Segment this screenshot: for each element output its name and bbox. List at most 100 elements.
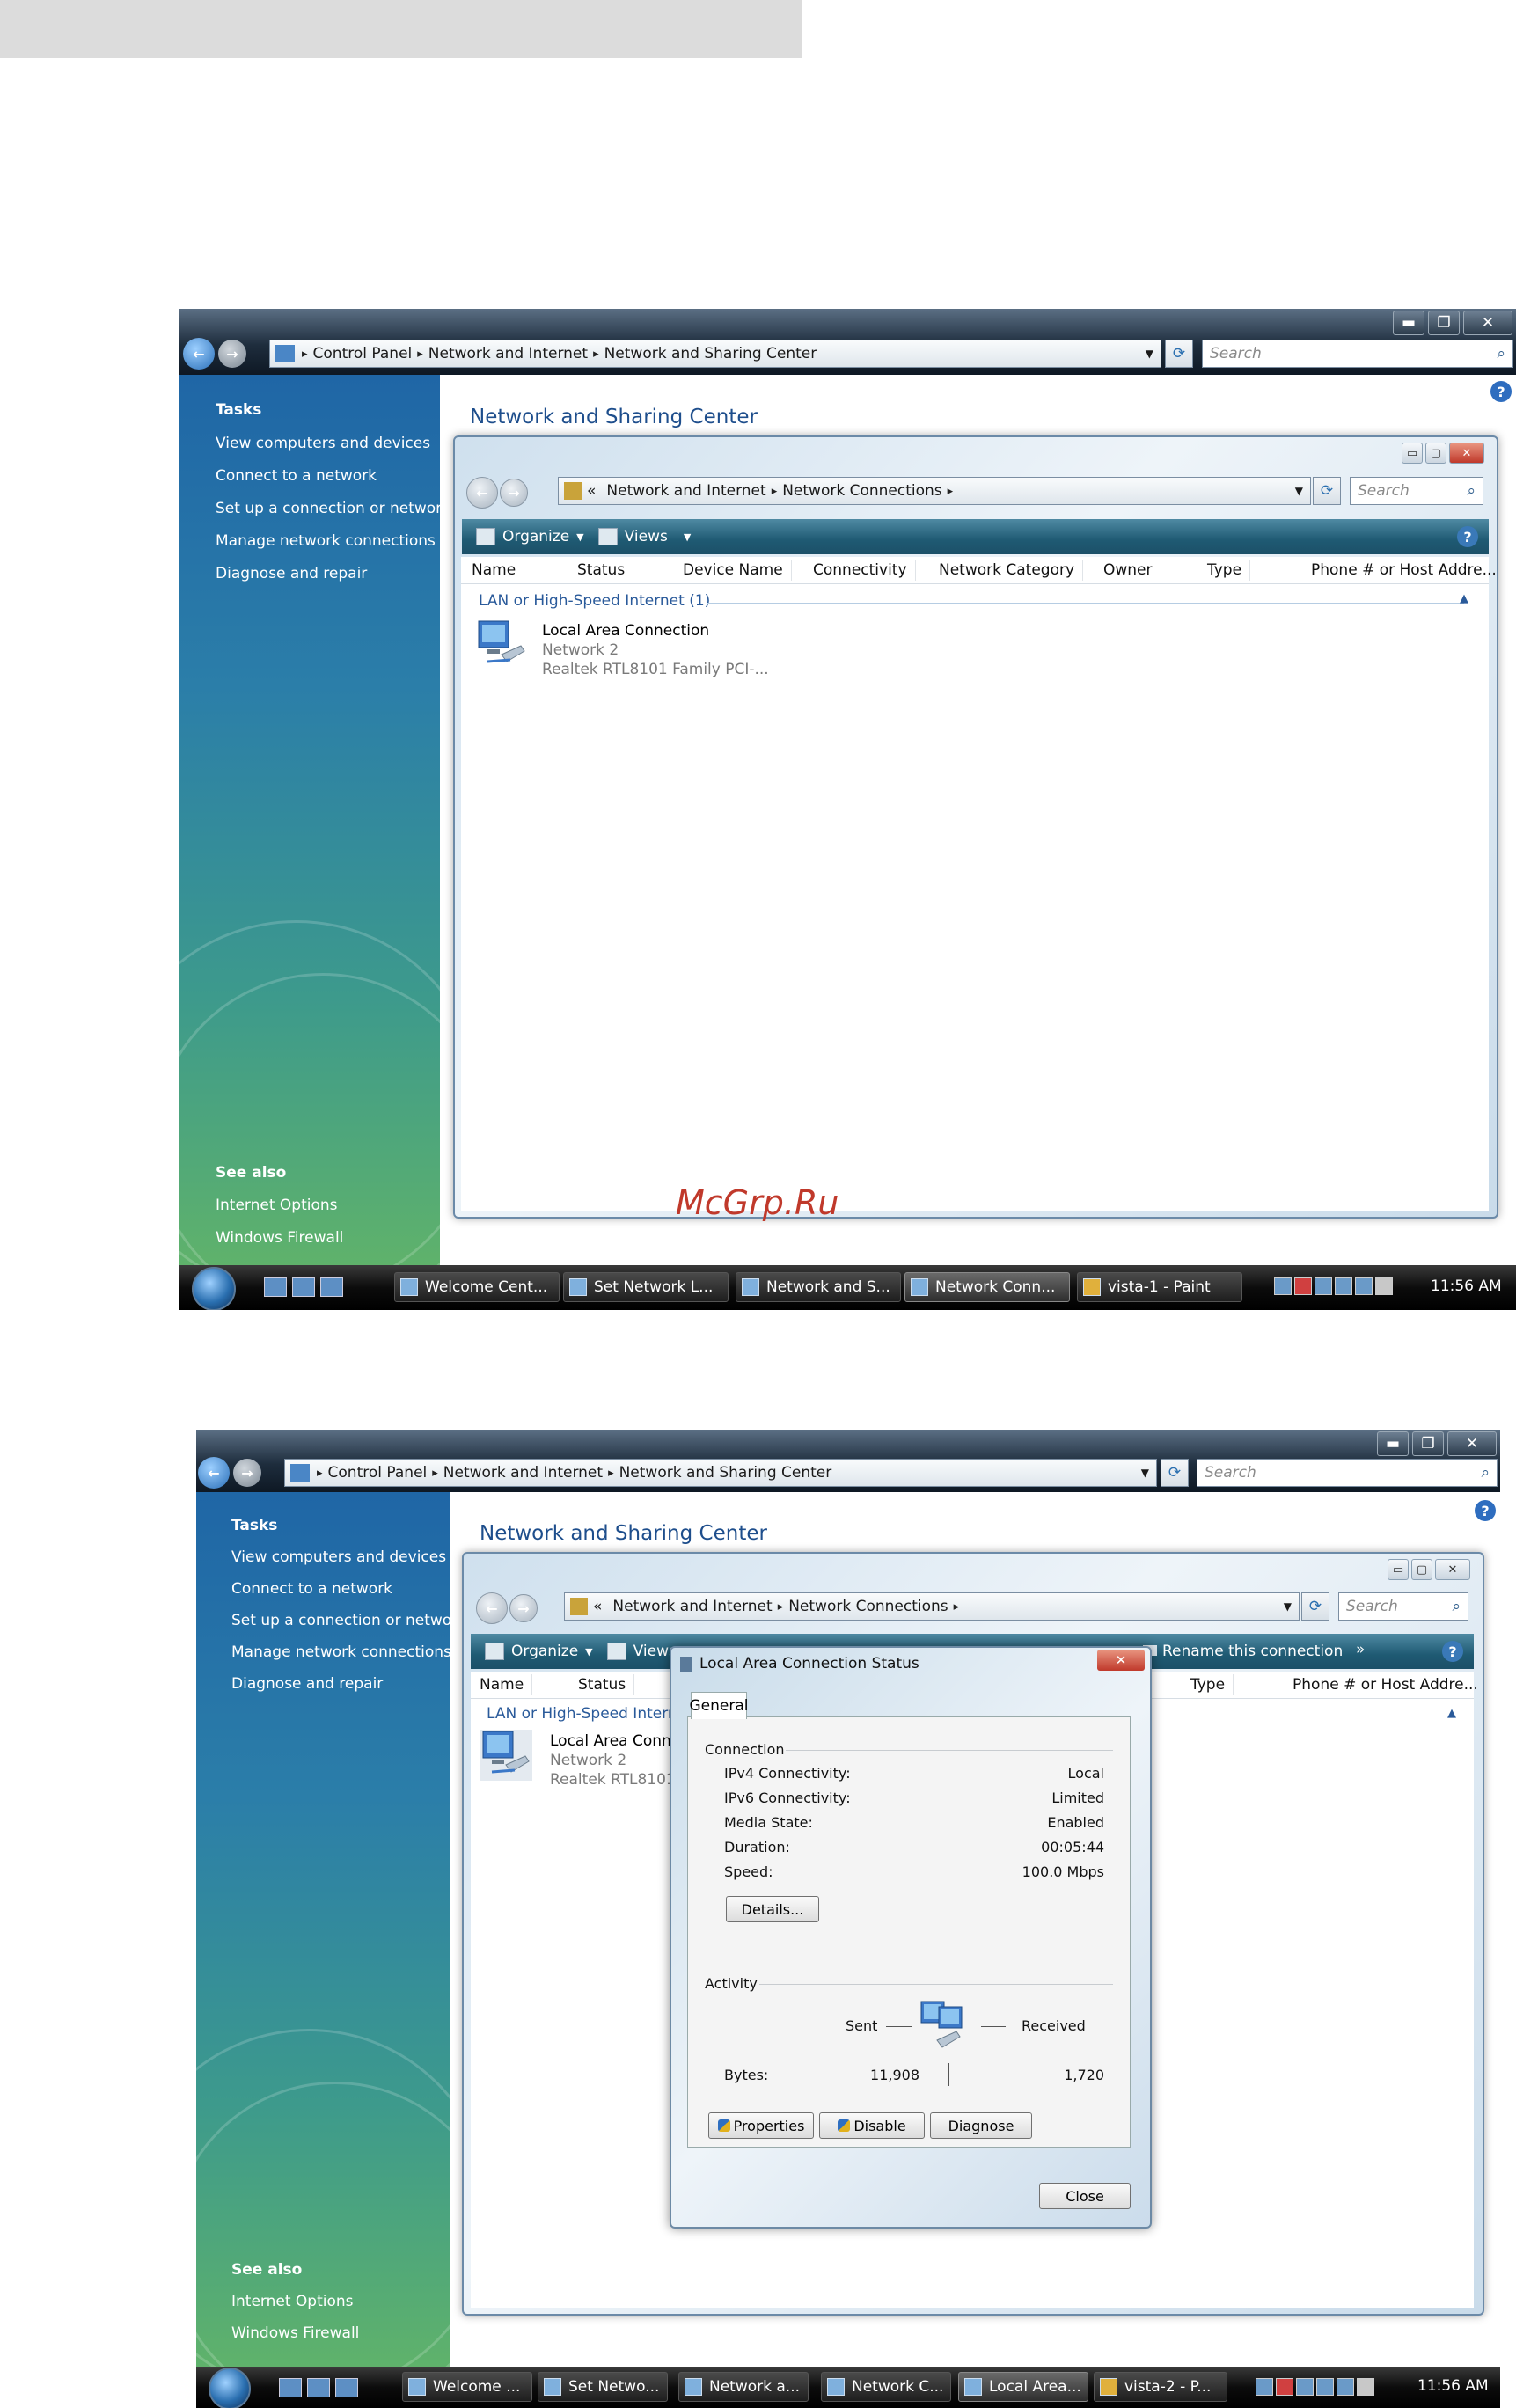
dialog-close-button[interactable]: Close [1039,2183,1131,2209]
show-desktop-icon[interactable] [307,2378,330,2397]
sidebar-item-view-computers[interactable]: View computers and devices [231,1548,446,1566]
help-icon[interactable]: ? [1475,1500,1496,1521]
forward-arrow-icon[interactable]: → [218,340,246,368]
inner-forward-arrow-icon[interactable]: → [500,479,528,507]
organize-menu[interactable]: Organize ▼ [476,528,584,545]
breadcrumb-network-and-sharing-center[interactable]: Network and Sharing Center [619,1464,832,1482]
sidebar-item-manage-connections[interactable]: Manage network connections [231,1643,451,1661]
column-status[interactable]: Status [577,560,634,581]
rename-connection-button[interactable]: Rename this connection [1143,1643,1343,1660]
search-icon[interactable]: ⌕ [1452,1598,1461,1615]
collapse-chevron-icon[interactable]: ▲ [1447,1707,1456,1720]
help-icon[interactable]: ? [1457,526,1478,547]
breadcrumb-network-and-internet[interactable]: Network and Internet [606,482,765,500]
chevron-down-icon[interactable]: ▼ [1146,348,1153,360]
help-icon[interactable]: ? [1442,1641,1463,1662]
chevron-down-icon[interactable]: ▼ [1284,1600,1292,1613]
inner-search-input[interactable]: Search ⌕ [1350,477,1483,505]
sidebar-item-internet-options[interactable]: Internet Options [231,2293,354,2310]
help-icon[interactable]: ? [1490,381,1512,402]
close-button[interactable]: ✕ [1463,311,1512,335]
sidebar-item-internet-options[interactable]: Internet Options [216,1197,338,1214]
sidebar-item-view-computers[interactable]: View computers and devices [216,435,430,452]
search-icon[interactable]: ⌕ [1497,345,1505,362]
show-desktop-icon[interactable] [292,1277,315,1297]
taskbar-button-set-network[interactable]: Set Netwo... [538,2372,668,2402]
inner-maximize-button[interactable]: ▢ [1425,443,1446,464]
breadcrumb-network-and-sharing-center[interactable]: Network and Sharing Center [604,345,817,362]
taskbar-button-welcome[interactable]: Welcome Cent... [394,1272,560,1302]
breadcrumb-network-connections[interactable]: Network Connections [782,482,941,500]
column-name[interactable]: Name [480,1674,533,1695]
properties-button[interactable]: Properties [708,2112,814,2139]
breadcrumb-control-panel[interactable]: Control Panel [313,345,413,362]
tab-general[interactable]: General [690,1692,749,1719]
sidebar-item-windows-firewall[interactable]: Windows Firewall [216,1229,343,1247]
internet-explorer-icon[interactable] [279,2378,302,2397]
inner-maximize-button[interactable]: ▢ [1411,1559,1432,1580]
network-connection-icon[interactable] [480,1730,532,1781]
column-network-category[interactable]: Network Category [939,560,1084,581]
tray-connection-icon[interactable] [1355,1277,1373,1295]
taskbar-button-network-connections[interactable]: Network C... [821,2372,951,2402]
network-connection-icon[interactable] [475,619,528,670]
tray-connection-icon[interactable] [1337,2378,1354,2396]
chevron-down-icon[interactable]: ▼ [1295,485,1303,497]
column-device-name[interactable]: Device Name [683,560,792,581]
inner-search-input[interactable]: Search ⌕ [1338,1592,1468,1621]
taskbar-button-paint[interactable]: vista-2 - P... [1094,2372,1227,2402]
more-commands-button[interactable]: » [1356,1641,1365,1658]
column-status[interactable]: Status [578,1674,635,1695]
sidebar-item-setup-connection[interactable]: Set up a connection or network [231,1612,466,1629]
sidebar-item-connect-network[interactable]: Connect to a network [216,467,377,485]
inner-refresh-icon[interactable]: ⟳ [1313,477,1341,505]
minimize-button[interactable]: ▬ [1393,311,1424,335]
column-phone-host[interactable]: Phone # or Host Addre... [1293,1674,1487,1695]
search-icon[interactable]: ⌕ [1467,482,1476,500]
back-arrow-icon[interactable]: ← [198,1457,230,1489]
inner-close-button[interactable]: ✕ [1435,1559,1470,1580]
organize-menu[interactable]: Organize ▼ [485,1643,593,1660]
address-bar[interactable]: ▸ Control Panel ▸ Network and Internet ▸… [284,1459,1157,1487]
breadcrumb-control-panel[interactable]: Control Panel [328,1464,428,1482]
connection-name[interactable]: Local Area Connection [542,622,709,640]
views-menu[interactable]: Views ▼ [597,528,691,545]
close-button[interactable]: ✕ [1447,1431,1497,1456]
taskbar-button-network-sharing[interactable]: Network and S... [736,1272,901,1302]
column-owner[interactable]: Owner [1103,560,1161,581]
sidebar-item-setup-connection[interactable]: Set up a connection or network [216,500,450,517]
views-menu[interactable]: Views [606,1643,677,1660]
tray-security-alert-icon[interactable] [1294,1277,1312,1295]
inner-back-arrow-icon[interactable]: ← [466,477,498,509]
group-header-lan[interactable]: LAN or High-Speed Internet (1) [479,592,710,610]
sidebar-item-manage-connections[interactable]: Manage network connections [216,532,436,550]
switch-windows-icon[interactable] [335,2378,358,2397]
column-phone-host[interactable]: Phone # or Host Addre... [1311,560,1505,581]
column-name[interactable]: Name [472,560,525,581]
refresh-icon[interactable]: ⟳ [1165,340,1193,368]
sidebar-item-diagnose[interactable]: Diagnose and repair [231,1675,383,1693]
tray-network-icon[interactable] [1274,1277,1292,1295]
minimize-button[interactable]: ▬ [1377,1431,1409,1456]
refresh-icon[interactable]: ⟳ [1161,1459,1189,1487]
taskbar-button-set-network[interactable]: Set Network L... [563,1272,729,1302]
taskbar-clock[interactable]: 11:56 AM [1431,1277,1502,1295]
connection-name[interactable]: Local Area Conne [550,1732,680,1750]
back-arrow-icon[interactable]: ← [183,338,215,370]
group-header-lan[interactable]: LAN or High-Speed Interne [487,1705,686,1723]
details-button[interactable]: Details... [726,1896,819,1922]
diagnose-button[interactable]: Diagnose [930,2112,1032,2139]
tray-device-icon[interactable] [1335,1277,1352,1295]
taskbar-clock[interactable]: 11:56 AM [1417,2377,1489,2395]
taskbar-button-local-area[interactable]: Local Area... [958,2372,1088,2402]
tray-volume-icon[interactable] [1375,1277,1393,1295]
breadcrumb-network-connections[interactable]: Network Connections [788,1598,948,1615]
breadcrumb-network-and-internet[interactable]: Network and Internet [443,1464,603,1482]
inner-forward-arrow-icon[interactable]: → [509,1594,538,1622]
sidebar-item-connect-network[interactable]: Connect to a network [231,1580,392,1598]
collapse-chevron-icon[interactable]: ▲ [1460,592,1468,605]
taskbar-button-network-connections[interactable]: Network Conn... [904,1272,1070,1302]
dialog-close-icon[interactable]: ✕ [1097,1650,1145,1671]
start-button[interactable] [209,2368,251,2408]
sidebar-item-diagnose[interactable]: Diagnose and repair [216,565,367,582]
